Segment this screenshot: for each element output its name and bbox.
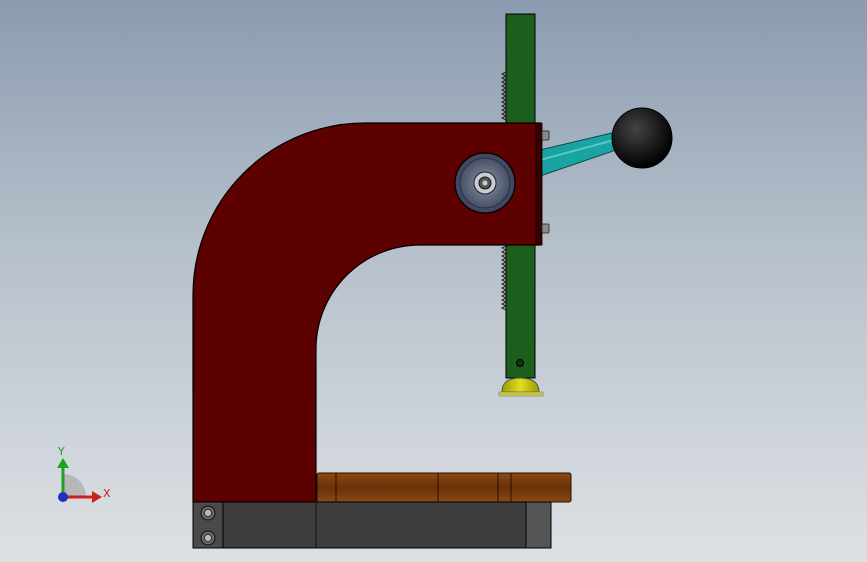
press-tip[interactable] xyxy=(498,377,544,397)
frame-screw-bottom xyxy=(541,223,550,234)
model-viewport[interactable]: Y X xyxy=(0,0,867,562)
coordinate-triad: Y X xyxy=(57,445,111,503)
rack-teeth-upper xyxy=(500,71,508,121)
frame-screw-top xyxy=(541,130,550,141)
side-plate xyxy=(535,122,543,246)
rack-pin xyxy=(516,359,524,367)
triad-x-label: X xyxy=(103,487,111,500)
work-plate[interactable] xyxy=(316,472,572,503)
base-bolt-bottom xyxy=(200,530,216,546)
pinion-cap[interactable] xyxy=(454,152,516,214)
rack-teeth-lower xyxy=(500,245,508,311)
lever-handle[interactable] xyxy=(539,131,623,177)
press-base[interactable] xyxy=(192,501,552,549)
lever-knob[interactable] xyxy=(611,107,673,169)
triad-y-label: Y xyxy=(57,445,65,458)
base-bolt-top xyxy=(200,505,216,521)
